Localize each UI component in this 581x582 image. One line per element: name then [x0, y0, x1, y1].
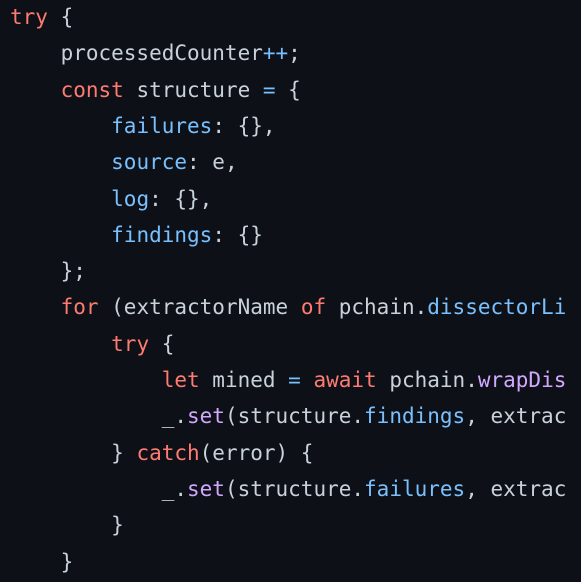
code-token: : {}, — [212, 113, 276, 138]
code-token: set — [187, 404, 225, 429]
code-token: }; — [10, 259, 86, 284]
code-line: try { — [10, 3, 73, 31]
code-token: { — [275, 77, 301, 102]
code-token: = — [262, 77, 276, 102]
code-token: (structure. — [224, 404, 365, 429]
code-line: processedCounter++; — [10, 39, 301, 67]
code-token: = — [288, 368, 301, 392]
code-token: mined — [199, 368, 289, 392]
code-token: , extrac — [465, 404, 567, 429]
code-token: { — [149, 331, 175, 356]
code-line: try { — [10, 330, 174, 358]
code-token: } — [10, 440, 137, 465]
code-token: let — [161, 368, 200, 392]
code-token: } — [10, 549, 74, 574]
code-token: : e, — [187, 150, 238, 175]
code-token: : {}, — [149, 186, 213, 211]
code-token: findings — [111, 222, 213, 247]
code-line: }; — [10, 257, 86, 285]
code-token: structure — [123, 77, 263, 102]
code-token: log — [111, 186, 150, 211]
code-token: , extrac — [465, 476, 567, 501]
code-token: (extractorName — [98, 295, 301, 320]
code-line: const structure = { — [10, 76, 301, 104]
code-token: source — [111, 150, 188, 175]
code-token: _. — [10, 404, 188, 429]
code-line: let mined = await pchain.wrapDis — [10, 366, 567, 394]
code-token: wrapDis — [477, 368, 567, 392]
code-token: (structure. — [224, 476, 365, 501]
code-token: pchain. — [376, 368, 478, 392]
code-token: findings — [364, 404, 466, 429]
code-token: try — [10, 5, 48, 29]
code-token: } — [10, 513, 124, 538]
code-token: const — [60, 77, 124, 102]
code-view: try { processedCounter++; const structur… — [0, 0, 581, 582]
code-token: ++ — [262, 41, 289, 66]
code-line: log: {}, — [10, 185, 212, 213]
code-token: await — [313, 368, 377, 392]
code-token: failures — [111, 113, 213, 138]
code-token: pchain. — [326, 295, 428, 320]
code-line: findings: {} — [10, 221, 263, 249]
code-token: { — [47, 5, 74, 29]
code-line: failures: {}, — [10, 112, 276, 140]
code-line: } catch(error) { — [10, 439, 313, 467]
code-token: (error) { — [199, 440, 314, 465]
code-token: dissectorLi — [427, 295, 567, 320]
code-token: of — [300, 295, 327, 320]
code-token: set — [187, 476, 225, 501]
code-token: catch — [136, 440, 200, 465]
code-line: for (extractorName of pchain.dissectorLi — [10, 293, 567, 321]
code-line: _.set(structure.failures, extrac — [10, 475, 567, 503]
code-line: } — [10, 511, 124, 539]
code-token: failures — [364, 476, 466, 501]
code-token: : {} — [212, 222, 263, 247]
code-token: _. — [10, 476, 188, 501]
code-line: source: e, — [10, 148, 238, 176]
code-token: ; — [288, 41, 301, 66]
code-line: _.set(structure.findings, extrac — [10, 402, 567, 430]
code-token: processedCounter — [10, 41, 263, 66]
code-line: } — [10, 548, 74, 576]
code-token: try — [111, 331, 150, 356]
code-token: for — [60, 295, 99, 320]
